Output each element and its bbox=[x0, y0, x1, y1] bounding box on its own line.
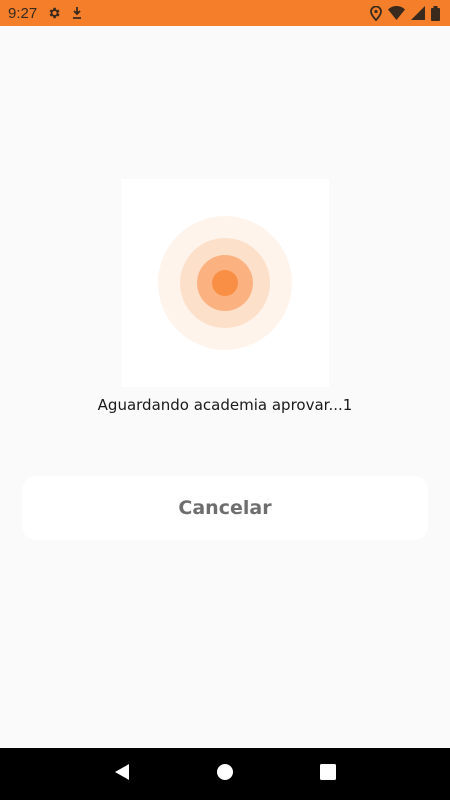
gear-icon bbox=[47, 6, 61, 20]
signal-icon bbox=[411, 6, 425, 20]
back-button[interactable] bbox=[102, 754, 142, 794]
home-icon bbox=[216, 763, 234, 785]
home-button[interactable] bbox=[205, 754, 245, 794]
status-left: 9:27 bbox=[8, 5, 83, 22]
waiting-animation bbox=[121, 179, 329, 387]
pulse-ring-core bbox=[212, 270, 238, 296]
status-bar: 9:27 bbox=[0, 0, 450, 26]
location-pin-icon bbox=[370, 5, 382, 21]
waiting-status-text: Aguardando academia aprovar...1 bbox=[97, 396, 353, 414]
recents-icon bbox=[320, 764, 337, 784]
wifi-icon bbox=[388, 6, 405, 20]
back-icon bbox=[113, 763, 131, 785]
cancel-button[interactable]: Cancelar bbox=[22, 476, 428, 540]
navigation-bar bbox=[0, 748, 450, 800]
download-arrow-icon bbox=[71, 6, 83, 20]
battery-icon bbox=[431, 5, 440, 21]
recents-button[interactable] bbox=[308, 754, 348, 794]
status-right bbox=[370, 5, 440, 21]
status-time: 9:27 bbox=[8, 4, 38, 22]
